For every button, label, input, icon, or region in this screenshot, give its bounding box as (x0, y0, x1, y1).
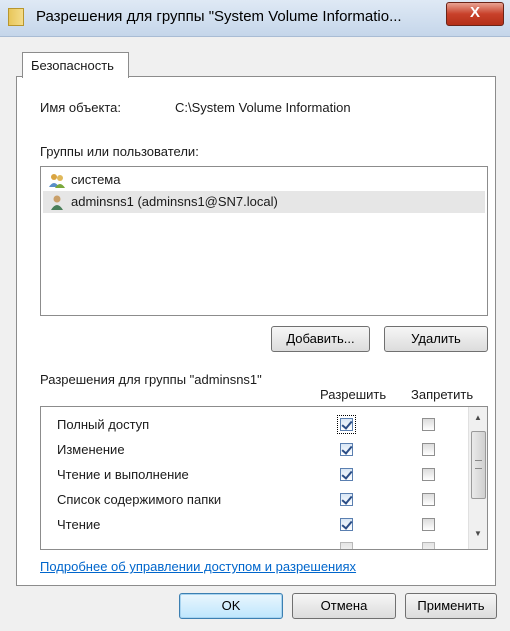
list-item[interactable]: adminsns1 (adminsns1@SN7.local) (43, 191, 485, 213)
allow-checkbox[interactable] (337, 415, 356, 434)
permission-name: Чтение и выполнение (57, 467, 189, 482)
deny-checkbox[interactable] (422, 418, 435, 431)
vertical-scrollbar[interactable]: ▲ ▼ (468, 407, 487, 549)
deny-checkbox[interactable] (422, 518, 435, 531)
permission-name: Список содержимого папки (57, 492, 222, 507)
permission-row: Чтение и выполнение (41, 463, 466, 488)
scrollbar-thumb[interactable] (471, 431, 486, 499)
users-group-icon (49, 174, 65, 188)
deny-checkbox[interactable] (422, 542, 435, 549)
list-item-label: adminsns1 (adminsns1@SN7.local) (71, 194, 278, 209)
groups-listbox[interactable]: система adminsns1 (adminsns1@SN7.local) (40, 166, 488, 316)
allow-checkbox[interactable] (340, 493, 353, 506)
permission-row: Изменение (41, 438, 466, 463)
deny-checkbox[interactable] (422, 443, 435, 456)
scroll-down-arrow-icon[interactable]: ▼ (469, 525, 487, 542)
groups-label: Группы или пользователи: (40, 144, 199, 159)
window-title: Разрешения для группы "System Volume Inf… (36, 8, 402, 25)
close-button[interactable]: X (446, 2, 504, 26)
deny-checkbox[interactable] (422, 468, 435, 481)
user-icon (51, 195, 63, 210)
permission-name: Чтение (57, 517, 101, 532)
object-name-label: Имя объекта: (40, 100, 122, 115)
ok-button[interactable]: OK (179, 593, 283, 619)
remove-button[interactable]: Удалить (384, 326, 488, 352)
cancel-button[interactable]: Отмена (292, 593, 396, 619)
deny-checkbox[interactable] (422, 493, 435, 506)
permission-row: Список содержимого папки (41, 488, 466, 513)
permission-row: Полный доступ (41, 413, 466, 438)
allow-checkbox[interactable] (340, 542, 353, 549)
permission-name: Изменение (57, 442, 125, 457)
folder-icon (8, 8, 24, 26)
help-link[interactable]: Подробнее об управлении доступом и разре… (40, 559, 356, 574)
permission-row (41, 538, 466, 549)
allow-checkbox[interactable] (340, 468, 353, 481)
title-bar[interactable]: Разрешения для группы "System Volume Inf… (0, 0, 510, 37)
list-item[interactable]: система (43, 169, 485, 191)
apply-button[interactable]: Применить (405, 593, 497, 619)
list-item-label: система (71, 172, 121, 187)
allow-checkbox[interactable] (340, 518, 353, 531)
tab-security[interactable]: Безопасность (22, 52, 129, 78)
permission-name: Полный доступ (57, 417, 150, 432)
deny-column-header: Запретить (411, 387, 474, 402)
allow-checkbox[interactable] (340, 443, 353, 456)
add-button[interactable]: Добавить... (271, 326, 370, 352)
permission-row: Чтение (41, 513, 466, 538)
permissions-label: Разрешения для группы "adminsns1" (40, 372, 262, 387)
object-name-value: C:\System Volume Information (175, 100, 351, 115)
scroll-up-arrow-icon[interactable]: ▲ (469, 409, 487, 426)
allow-column-header: Разрешить (320, 387, 387, 402)
permissions-list[interactable]: Полный доступ Изменение Чтение и выполне… (40, 406, 488, 550)
